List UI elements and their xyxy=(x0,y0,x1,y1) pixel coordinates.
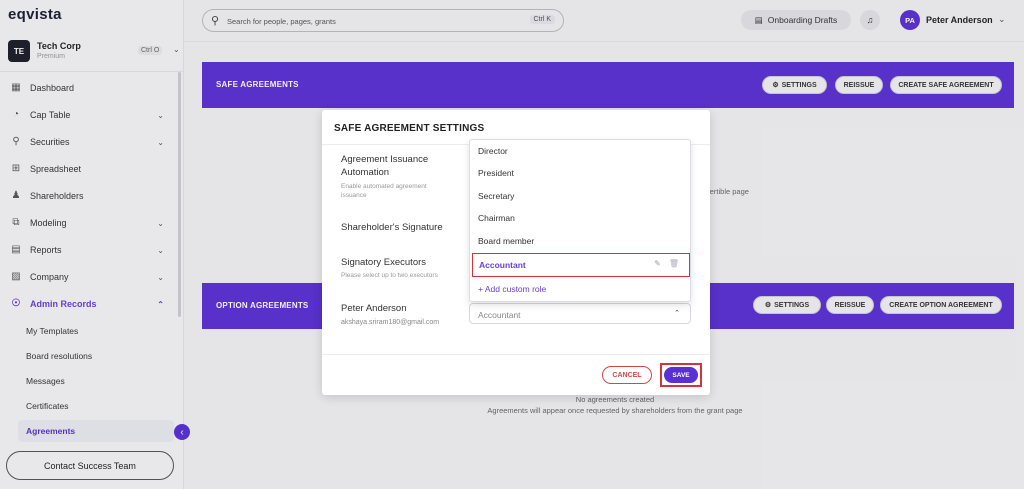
executor-role-select[interactable]: Accountant ⌃ xyxy=(469,303,691,324)
save-button-highlight: SAVE xyxy=(660,363,702,387)
role-option-label: Accountant xyxy=(479,260,526,270)
role-option-actions: ✎ 🗑 xyxy=(654,259,679,268)
executor-role-value: Accountant xyxy=(478,310,521,320)
role-option-chairman[interactable]: Chairman xyxy=(470,207,690,229)
edit-icon[interactable]: ✎ xyxy=(654,259,661,268)
role-option-accountant[interactable]: Accountant ✎ 🗑 xyxy=(472,253,690,277)
save-button[interactable]: SAVE xyxy=(664,367,698,383)
role-option-secretary[interactable]: Secretary xyxy=(470,185,690,207)
role-option-president[interactable]: President xyxy=(470,162,690,184)
automation-label: Agreement Issuance Automation xyxy=(341,154,429,178)
modal-footer-divider xyxy=(322,354,710,355)
executor-name: Peter Anderson xyxy=(341,303,407,314)
trash-icon[interactable]: 🗑 xyxy=(669,259,679,268)
modal-title: SAFE AGREEMENT SETTINGS xyxy=(334,123,485,134)
role-option-board-member[interactable]: Board member xyxy=(470,230,690,252)
cancel-button[interactable]: CANCEL xyxy=(602,366,652,384)
automation-description: Enable automated agreement issuance xyxy=(341,183,427,199)
role-dropdown: Director President Secretary Chairman Bo… xyxy=(469,139,691,302)
executors-label: Signatory Executors xyxy=(341,257,427,268)
chevron-up-icon: ⌃ xyxy=(674,310,680,317)
add-custom-role-button[interactable]: + Add custom role xyxy=(478,284,546,294)
signature-label: Shareholder's Signature xyxy=(341,222,443,233)
executors-description: Please select up to two executors xyxy=(341,272,438,279)
executor-email: akshaya.sriram180@gmail.com xyxy=(341,319,440,326)
role-option-director[interactable]: Director xyxy=(470,140,690,162)
